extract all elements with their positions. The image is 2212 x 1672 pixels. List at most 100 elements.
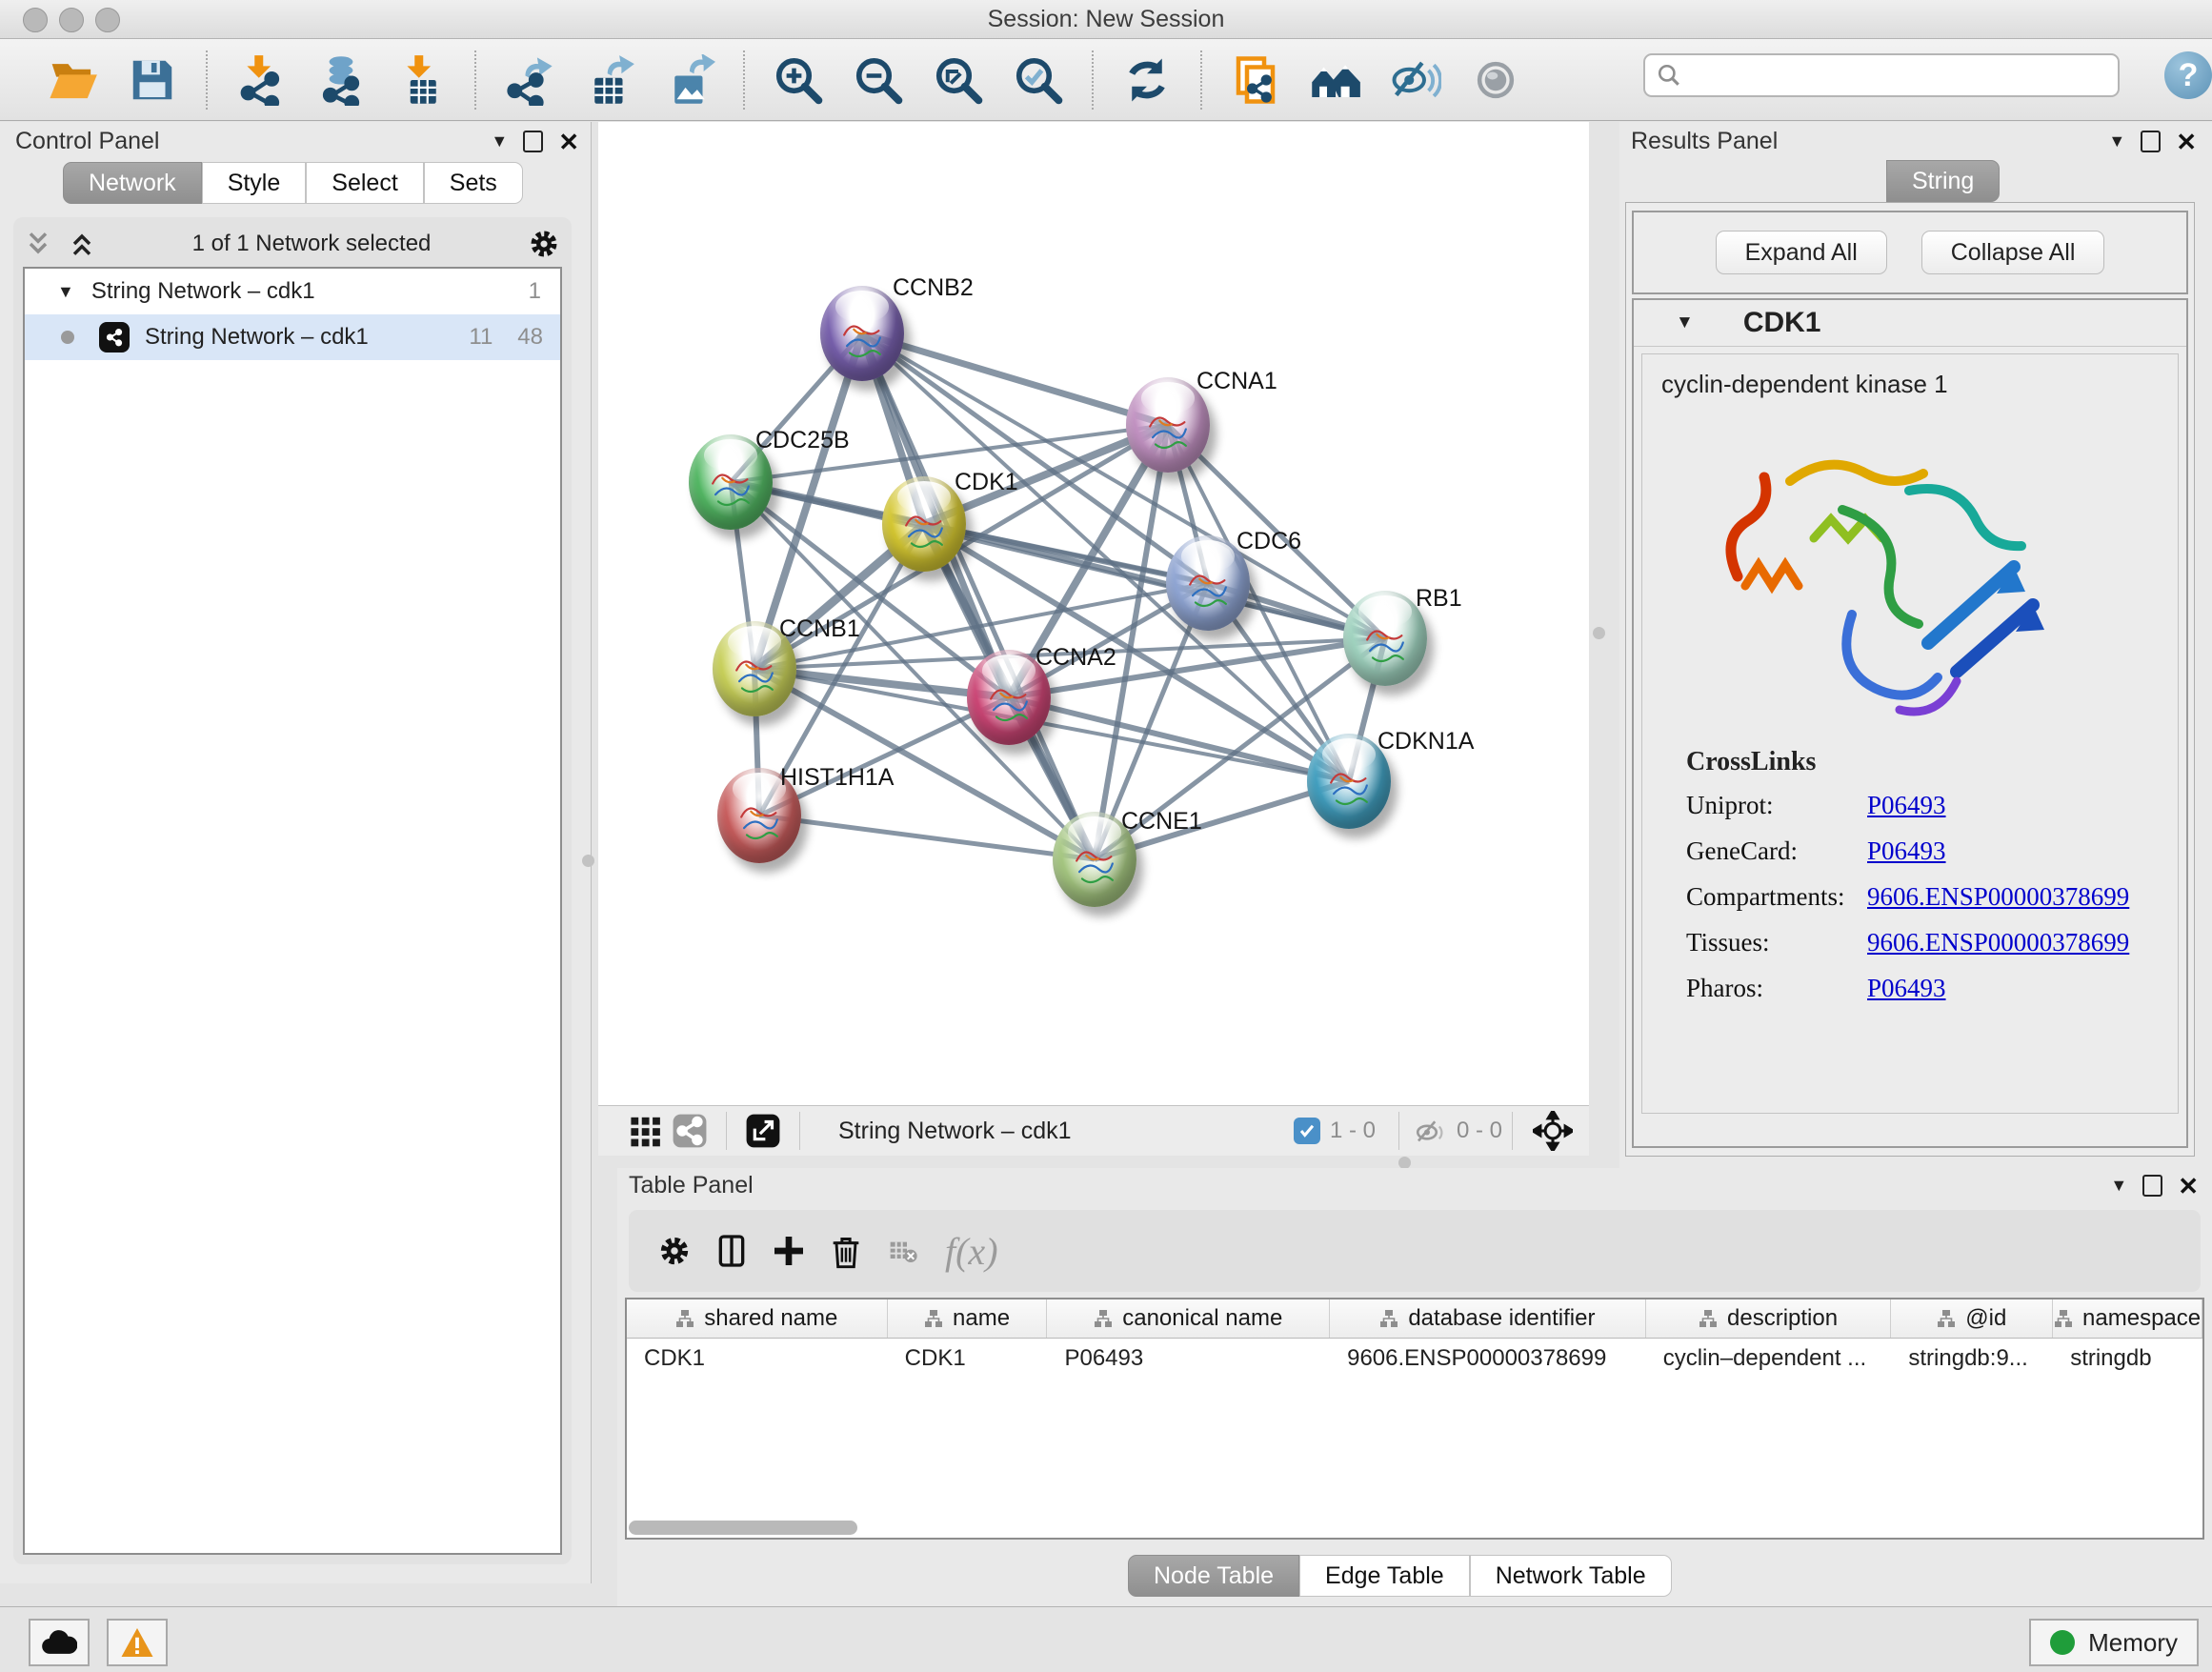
cell-name[interactable]: CDK1 (888, 1339, 1048, 1379)
cell-canonical-name[interactable]: P06493 (1047, 1339, 1330, 1379)
string-panel-toggle-icon[interactable] (667, 1102, 713, 1159)
collapse-all-icon[interactable] (23, 229, 53, 259)
cell-description[interactable]: cyclin–dependent ... (1646, 1339, 1892, 1379)
collection-expand-icon[interactable]: ▼ (57, 282, 74, 302)
zoom-selected-icon[interactable] (1011, 52, 1066, 108)
tab-edge-table[interactable]: Edge Table (1299, 1555, 1470, 1597)
status-bar: Memory (0, 1606, 2212, 1672)
import-table-icon[interactable] (393, 52, 449, 108)
node-cdk1[interactable] (882, 476, 966, 572)
node-label-cdc6: CDC6 (1237, 528, 1301, 555)
collection-count: 1 (529, 278, 541, 305)
gene-expand-icon[interactable]: ▼ (1676, 312, 1694, 333)
table-options-gear-icon[interactable] (646, 1222, 703, 1279)
network-selection-text: 1 of 1 Network selected (97, 231, 526, 257)
search-input[interactable] (1681, 61, 2118, 90)
birdseye-grid-icon[interactable] (625, 1102, 667, 1159)
table-panel-float-icon[interactable] (2142, 1175, 2162, 1197)
table-row[interactable]: CDK1CDK1P064939606.ENSP00000378699cyclin… (627, 1339, 2202, 1379)
cell-shared-name[interactable]: CDK1 (627, 1339, 888, 1379)
column-header--id[interactable]: @id (1891, 1299, 2053, 1338)
results-panel-close-icon[interactable]: ✕ (2176, 130, 2197, 154)
crosslinks-title: CrossLinks (1686, 747, 2129, 777)
column-header-shared-name[interactable]: shared name (627, 1299, 888, 1338)
horizontal-scrollbar[interactable] (629, 1521, 857, 1535)
network-label: String Network – cdk1 (145, 324, 469, 351)
node-label-ccna2: CCNA2 (1036, 644, 1116, 672)
crosslink-tissues-link[interactable]: 9606.ENSP00000378699 (1867, 928, 2129, 957)
fit-content-crosshair-icon[interactable] (1526, 1102, 1579, 1159)
tab-sets[interactable]: Sets (424, 162, 523, 204)
network-options-gear-icon[interactable] (526, 226, 562, 262)
search-icon (1657, 63, 1681, 88)
node-ccnb2[interactable] (820, 286, 904, 381)
node-label-cdc25b: CDC25B (755, 427, 850, 454)
tab-node-table[interactable]: Node Table (1128, 1555, 1299, 1597)
clone-network-icon[interactable] (1228, 52, 1283, 108)
open-session-icon[interactable] (45, 52, 100, 108)
tab-network-table[interactable]: Network Table (1470, 1555, 1672, 1597)
save-session-icon[interactable] (125, 52, 180, 108)
export-network-icon[interactable] (502, 52, 557, 108)
memory-button[interactable]: Memory (2029, 1619, 2199, 1666)
show-all-icon[interactable] (1468, 52, 1523, 108)
tab-style[interactable]: Style (202, 162, 307, 204)
left-splitter-handle[interactable] (582, 855, 594, 867)
column-header-database-identifier[interactable]: database identifier (1330, 1299, 1646, 1338)
import-network-file-icon[interactable] (233, 52, 289, 108)
crosslink-uniprot-link[interactable]: P06493 (1867, 791, 1946, 820)
selected-checkbox-icon[interactable] (1294, 1118, 1320, 1144)
show-columns-icon[interactable] (703, 1222, 760, 1279)
column-header-namespace[interactable]: namespace (2053, 1299, 2202, 1338)
create-column-icon[interactable] (760, 1222, 817, 1279)
table-panel-menu-icon[interactable]: ▼ (2110, 1176, 2127, 1196)
cell--id[interactable]: stringdb:9... (1891, 1339, 2053, 1379)
cloud-button[interactable] (29, 1619, 90, 1666)
zoom-in-icon[interactable] (771, 52, 826, 108)
cell-database-identifier[interactable]: 9606.ENSP00000378699 (1330, 1339, 1646, 1379)
change-species-icon[interactable] (1308, 52, 1363, 108)
control-panel-close-icon[interactable]: ✕ (558, 130, 579, 154)
network-canvas[interactable]: CCNB2CCNA1CDC25BCDK1CDC6RB1CCNB1CCNA2CDK… (598, 122, 1589, 1105)
control-panel-tabs: Network Style Select Sets (63, 162, 523, 204)
network-edge-count: 48 (517, 324, 543, 351)
collapse-all-button[interactable]: Collapse All (1921, 231, 2105, 274)
export-table-icon[interactable] (582, 52, 637, 108)
results-panel-float-icon[interactable] (2141, 131, 2161, 152)
refresh-view-icon[interactable] (1119, 52, 1175, 108)
export-image-icon[interactable] (662, 52, 717, 108)
right-splitter-handle[interactable] (1593, 627, 1605, 639)
cell-namespace[interactable]: stringdb (2053, 1339, 2202, 1379)
node-label-cdkn1a: CDKN1A (1377, 728, 1474, 755)
export-view-icon[interactable] (740, 1102, 786, 1159)
column-header-canonical-name[interactable]: canonical name (1047, 1299, 1330, 1338)
crosslink-compartments-link[interactable]: 9606.ENSP00000378699 (1867, 882, 2129, 912)
expand-all-button[interactable]: Expand All (1716, 231, 1887, 274)
crosslink-pharos-link[interactable]: P06493 (1867, 974, 1946, 1003)
crosslinks-section: CrossLinks Uniprot:P06493 GeneCard:P0649… (1686, 747, 2129, 1019)
node-label-cdk1: CDK1 (955, 469, 1018, 496)
tab-select[interactable]: Select (306, 162, 423, 204)
zoom-out-icon[interactable] (851, 52, 906, 108)
crosslink-genecard-link[interactable]: P06493 (1867, 836, 1946, 866)
node-rb1[interactable] (1343, 591, 1427, 686)
network-row[interactable]: String Network – cdk1 11 48 (25, 314, 560, 360)
column-header-description[interactable]: description (1646, 1299, 1892, 1338)
delete-column-trash-icon[interactable] (817, 1222, 875, 1279)
control-panel-menu-icon[interactable]: ▼ (491, 131, 508, 151)
network-collection-row[interactable]: ▼ String Network – cdk1 1 (25, 269, 560, 314)
search-box[interactable] (1643, 53, 2120, 97)
zoom-fit-icon[interactable] (931, 52, 986, 108)
warnings-button[interactable] (107, 1619, 168, 1666)
expand-all-icon[interactable] (67, 229, 97, 259)
column-header-name[interactable]: name (888, 1299, 1048, 1338)
import-network-database-icon[interactable] (313, 52, 369, 108)
tab-network[interactable]: Network (63, 162, 202, 204)
table-panel-close-icon[interactable]: ✕ (2178, 1174, 2199, 1199)
hide-selected-icon[interactable] (1388, 52, 1443, 108)
control-panel-float-icon[interactable] (523, 131, 543, 152)
node-label-ccnb1: CCNB1 (779, 615, 860, 643)
results-panel-menu-icon[interactable]: ▼ (2108, 131, 2125, 151)
help-button[interactable]: ? (2164, 51, 2212, 99)
tab-string[interactable]: String (1886, 160, 2000, 202)
